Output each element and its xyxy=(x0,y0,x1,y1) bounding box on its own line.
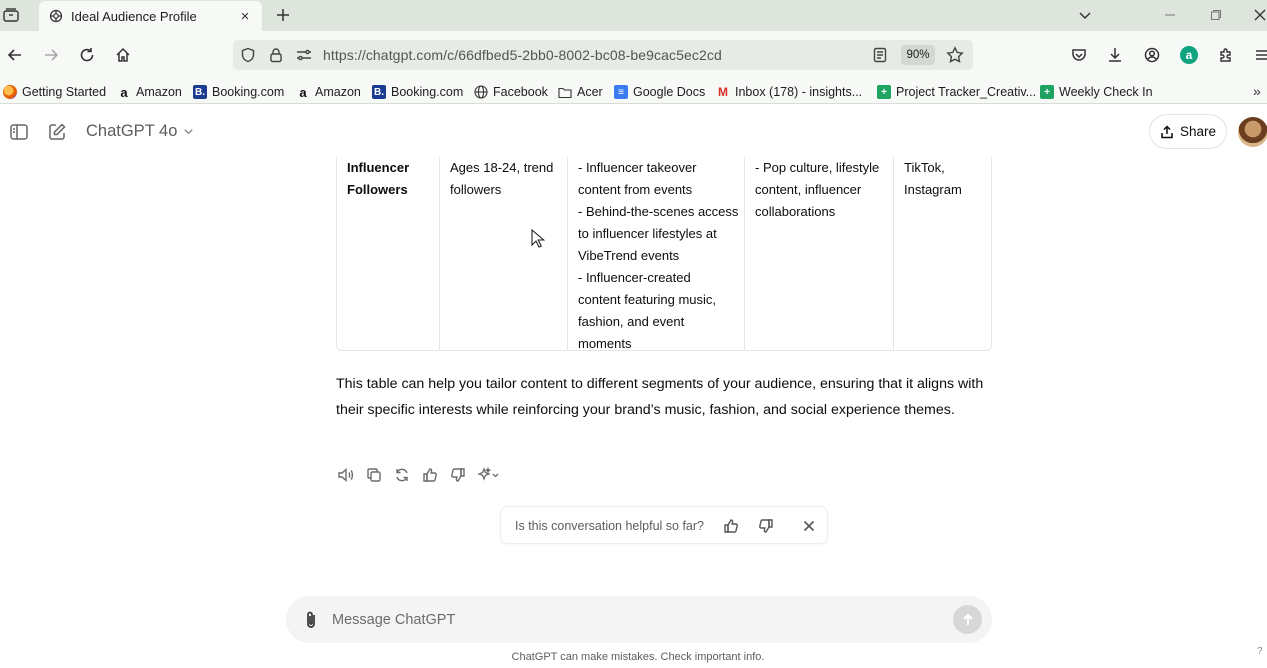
thumbs-up-icon[interactable] xyxy=(420,465,440,485)
pocket-icon[interactable] xyxy=(1070,46,1088,64)
browser-tab-strip: Ideal Audience Profile × xyxy=(0,0,1267,31)
browser-tab-active[interactable]: Ideal Audience Profile × xyxy=(39,1,262,31)
model-name-label: ChatGPT 4o xyxy=(86,122,178,140)
url-text[interactable]: https://chatgpt.com/c/66dfbed5-2bb0-8002… xyxy=(323,47,722,63)
read-aloud-speaker-icon[interactable] xyxy=(336,465,356,485)
bookmark-booking-2[interactable]: B. Booking.com xyxy=(372,83,463,101)
assistant-message-text: This table can help you tailor content t… xyxy=(336,376,984,418)
table-cell-platforms: TikTok, Instagram xyxy=(893,157,991,350)
back-arrow-icon[interactable] xyxy=(6,46,24,64)
user-avatar[interactable] xyxy=(1238,117,1267,147)
copy-icon[interactable] xyxy=(364,465,384,485)
message-input[interactable] xyxy=(332,606,932,634)
bookmark-amazon-1[interactable]: a Amazon xyxy=(117,83,181,101)
restore-window-icon[interactable] xyxy=(1206,5,1226,25)
google-docs-icon: ≡ xyxy=(614,85,628,99)
feedback-question: Is this conversation helpful so far? xyxy=(515,519,704,533)
home-icon[interactable] xyxy=(114,46,132,64)
tab-list-icon[interactable] xyxy=(2,5,20,25)
bookmark-gmail-inbox[interactable]: M Inbox (178) - insights... xyxy=(716,83,862,101)
send-arrow-icon[interactable] xyxy=(953,605,982,634)
feedback-thumbs-up-icon[interactable] xyxy=(721,516,741,536)
change-model-sparkle-icon[interactable] xyxy=(476,465,502,485)
app-menu-hamburger-icon[interactable] xyxy=(1253,46,1267,64)
bookmark-star-icon[interactable] xyxy=(946,46,964,64)
lock-icon[interactable] xyxy=(268,47,284,63)
tab-title: Ideal Audience Profile xyxy=(71,8,197,24)
new-chat-pencil-icon[interactable] xyxy=(47,122,67,142)
bookmarks-overflow-chevron-icon[interactable]: » xyxy=(1253,83,1261,99)
help-button[interactable]: ? xyxy=(1257,646,1263,657)
table-cell-segment: Influencer Followers xyxy=(347,160,410,197)
bookmark-getting-started[interactable]: Getting Started xyxy=(3,83,106,101)
conversation-feedback-prompt: Is this conversation helpful so far? xyxy=(500,506,828,544)
amazon-icon: a xyxy=(120,84,128,100)
table-cell-demographics: Ages 18-24, trend followers xyxy=(439,157,567,350)
regenerate-icon[interactable] xyxy=(392,465,412,485)
message-composer xyxy=(286,596,992,643)
account-icon[interactable] xyxy=(1143,46,1161,64)
thumbs-down-icon[interactable] xyxy=(448,465,468,485)
share-upload-icon xyxy=(1161,124,1173,138)
sheets-icon: + xyxy=(877,85,891,99)
table-cell-content-ideas: - Influencer takeover content from event… xyxy=(567,157,744,350)
forward-arrow-icon[interactable] xyxy=(42,46,60,64)
openai-favicon-icon xyxy=(49,9,63,23)
tab-close-icon[interactable]: × xyxy=(234,5,256,27)
globe-icon xyxy=(474,85,488,99)
close-window-icon[interactable] xyxy=(1250,5,1267,25)
bookmark-facebook[interactable]: Facebook xyxy=(474,83,548,101)
zoom-level-badge[interactable]: 90% xyxy=(901,45,935,65)
reader-view-icon[interactable] xyxy=(872,47,888,63)
firefox-icon xyxy=(3,85,17,99)
address-bar[interactable]: https://chatgpt.com/c/66dfbed5-2bb0-8002… xyxy=(233,40,973,70)
message-actions xyxy=(336,465,510,485)
gmail-icon: M xyxy=(718,85,728,99)
disclaimer-text: ChatGPT can make mistakes. Check importa… xyxy=(511,651,765,663)
browser-navigation-bar: https://chatgpt.com/c/66dfbed5-2bb0-8002… xyxy=(0,31,1267,79)
downloads-icon[interactable] xyxy=(1106,46,1124,64)
feedback-close-icon[interactable] xyxy=(799,516,819,536)
audience-table: Influencer Followers Ages 18-24, trend f… xyxy=(336,157,992,351)
bookmark-amazon-2[interactable]: a Amazon xyxy=(296,83,360,101)
booking-icon: B. xyxy=(193,85,207,99)
bookmark-booking-1[interactable]: B. Booking.com xyxy=(193,83,284,101)
list-all-tabs-chevron-icon[interactable] xyxy=(1077,7,1095,23)
bookmark-acer-folder[interactable]: Acer xyxy=(558,83,603,101)
folder-icon xyxy=(558,85,572,99)
share-label: Share xyxy=(1179,124,1217,139)
reload-icon[interactable] xyxy=(78,46,96,64)
feedback-thumbs-down-icon[interactable] xyxy=(756,516,776,536)
bookmarks-toolbar: Getting Started a Amazon B. Booking.com … xyxy=(0,79,1267,104)
table-cell-interests: - Pop culture, lifestyle content, influe… xyxy=(744,157,893,350)
site-permissions-icon[interactable] xyxy=(296,47,312,63)
amazon-icon: a xyxy=(299,84,307,100)
paperclip-attach-icon[interactable] xyxy=(302,610,320,630)
minimize-window-icon[interactable] xyxy=(1160,5,1180,25)
grammarly-extension-icon[interactable]: a xyxy=(1180,46,1198,64)
model-selector[interactable]: ChatGPT 4o xyxy=(86,122,194,141)
new-tab-icon[interactable] xyxy=(273,5,293,25)
bookmark-weekly-check-in[interactable]: + Weekly Check In xyxy=(1040,83,1153,101)
bookmark-project-tracker[interactable]: + Project Tracker_Creativ... xyxy=(877,83,1036,101)
mouse-pointer-icon xyxy=(531,229,545,248)
booking-icon: B. xyxy=(372,85,386,99)
bookmark-google-docs[interactable]: ≡ Google Docs xyxy=(614,83,705,101)
sheets-icon: + xyxy=(1040,85,1054,99)
chevron-down-icon xyxy=(183,126,194,137)
share-button[interactable]: Share xyxy=(1149,114,1227,149)
chat-header: ChatGPT 4o Share xyxy=(0,105,1267,157)
extensions-puzzle-icon[interactable] xyxy=(1217,46,1235,64)
tracking-protection-shield-icon[interactable] xyxy=(240,47,256,63)
sidebar-toggle-icon[interactable] xyxy=(9,122,29,142)
